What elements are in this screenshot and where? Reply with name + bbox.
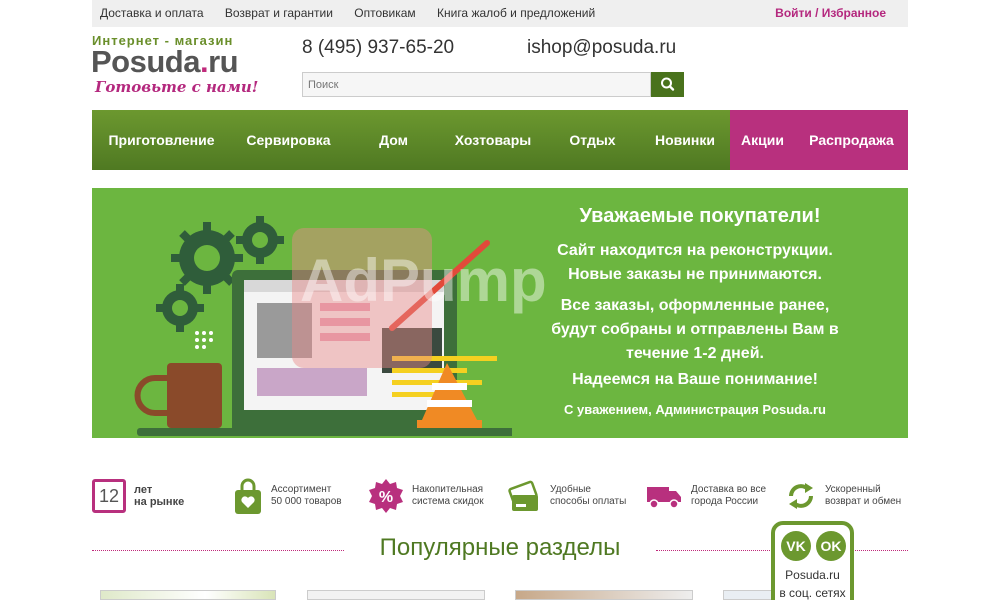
category-thumb-3[interactable] <box>515 590 693 600</box>
nav-home[interactable]: Дом <box>346 110 441 170</box>
link-delivery[interactable]: Доставка и оплата <box>100 6 204 20</box>
search-button[interactable] <box>651 72 684 97</box>
top-links: Доставка и оплата Возврат и гарантии Опт… <box>100 6 613 20</box>
feature-delivery-line1: Доставка во все <box>691 484 767 495</box>
feature-assortment-text: Ассортимент 50 000 товаров <box>271 484 342 508</box>
credit-card-icon <box>508 480 538 511</box>
banner-line-4: будут собраны и отправлены Вам в <box>551 321 839 338</box>
vk-icon[interactable]: VK <box>781 531 811 561</box>
banner-line-2: Новые заказы не принимаются. <box>568 266 822 283</box>
feature-delivery-line2: города России <box>691 496 759 507</box>
login-favorites-link[interactable]: Войти / Избранное <box>775 6 886 20</box>
category-thumb-1[interactable] <box>100 590 276 600</box>
banner-line-3: Все заказы, оформленные ранее, <box>560 297 830 314</box>
nav-sale[interactable]: Распродажа <box>795 110 908 170</box>
logo-tld: ru <box>208 44 239 79</box>
banner-line-1: Сайт находится на реконструкции. <box>557 242 833 259</box>
banner-title: Уважаемые покупатели! <box>579 205 821 227</box>
feature-discounts-line1: Накопительная <box>412 484 484 495</box>
banner-line-5: течение 1-2 дней. <box>626 345 764 362</box>
feature-years-line1: лет <box>134 484 153 496</box>
feature-assortment-line2: 50 000 товаров <box>271 496 342 507</box>
email-address[interactable]: ishop@posuda.ru <box>527 37 676 59</box>
feature-delivery-text: Доставка во все города России <box>691 484 766 508</box>
search-input[interactable] <box>302 72 651 97</box>
logo-name: Posuda <box>91 44 200 79</box>
feature-years: 12 лет на рынке <box>92 476 184 516</box>
main-nav: Приготовление Сервировка Дом Хозтовары О… <box>92 110 908 170</box>
feature-payment-line1: Удобные <box>550 484 591 495</box>
maintenance-banner: AdPump Уважаемые покупатели! Сайт находи… <box>92 188 908 438</box>
link-wholesale[interactable]: Оптовикам <box>354 6 415 20</box>
nav-new[interactable]: Новинки <box>640 110 730 170</box>
feature-returns-text: Ускоренный возврат и обмен <box>825 484 901 508</box>
category-thumb-2[interactable] <box>307 590 485 600</box>
feature-returns-line1: Ускоренный <box>825 484 881 495</box>
social-site-label: Posuda.ru <box>785 568 840 582</box>
shopping-bag-icon <box>235 478 261 514</box>
feature-discounts-line2: система скидок <box>412 496 484 507</box>
link-complaints[interactable]: Книга жалоб и предложений <box>437 6 595 20</box>
feature-years-line2: на рынке <box>134 496 185 508</box>
feature-payment-text: Удобные способы оплаты <box>550 484 626 508</box>
feature-returns: Ускоренный возврат и обмен <box>785 476 901 516</box>
svg-text:%: % <box>379 489 393 506</box>
logo[interactable]: Posuda.ru <box>91 44 239 80</box>
nav-cooking[interactable]: Приготовление <box>92 110 231 170</box>
nav-household[interactable]: Хозтовары <box>441 110 545 170</box>
feature-payment: Удобные способы оплаты <box>508 476 626 516</box>
nav-leisure[interactable]: Отдых <box>545 110 640 170</box>
logo-tagline: Готовьте с нами! <box>95 78 259 96</box>
banner-line-6: Надеемся на Ваше понимание! <box>572 371 818 388</box>
odnoklassniki-icon[interactable]: OK <box>816 531 846 561</box>
feature-payment-line2: способы оплаты <box>550 496 627 507</box>
search-icon <box>661 77 675 91</box>
nav-serving[interactable]: Сервировка <box>231 110 346 170</box>
nav-promotions[interactable]: Акции <box>730 110 795 170</box>
phone-number[interactable]: 8 (495) 937-65-20 <box>302 37 454 59</box>
link-returns[interactable]: Возврат и гарантии <box>225 6 333 20</box>
feature-discounts: % Накопительная система скидок <box>368 476 484 516</box>
page: Доставка и оплата Возврат и гарантии Опт… <box>0 0 1000 600</box>
social-caption: в соц. сетях <box>779 586 846 600</box>
delivery-truck-icon <box>647 487 681 509</box>
feature-delivery: Доставка во все города России <box>645 476 766 516</box>
social-widget: VK OK Posuda.ru в соц. сетях <box>771 521 854 600</box>
feature-assortment: Ассортимент 50 000 товаров <box>233 476 342 516</box>
feature-assortment-line1: Ассортимент <box>271 484 332 495</box>
top-bar: Доставка и оплата Возврат и гарантии Опт… <box>92 0 908 27</box>
feature-returns-line2: возврат и обмен <box>825 496 902 507</box>
banner-signature: С уважением, Администрация Posuda.ru <box>564 402 826 417</box>
feature-years-text: лет на рынке <box>134 484 184 508</box>
percent-badge-icon: % <box>369 479 403 513</box>
logo-dot: . <box>199 44 209 79</box>
feature-discounts-text: Накопительная система скидок <box>412 484 484 508</box>
years-badge: 12 <box>92 479 126 513</box>
refresh-arrows-icon <box>789 483 813 509</box>
